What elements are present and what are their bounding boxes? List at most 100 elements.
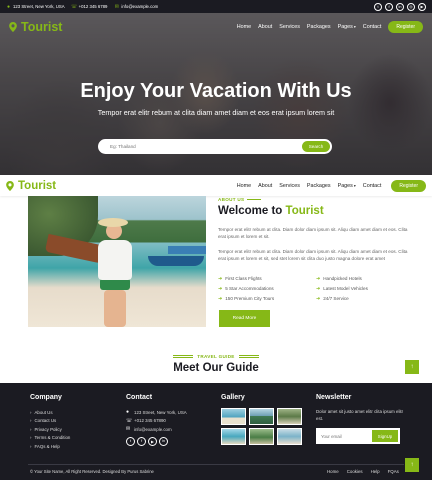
guide-section-tag: TRAVEL GUIDE (0, 354, 432, 359)
signup-button[interactable]: SignUp (372, 430, 398, 442)
gallery-thumbnail[interactable] (277, 408, 302, 425)
twitter-icon[interactable]: t (374, 2, 382, 11)
feature-item: ➜ First Class Flights (218, 275, 316, 282)
footer-newsletter: Newsletter Dolor amet sit justo amet eli… (316, 394, 406, 444)
chevron-right-icon: › (30, 409, 32, 415)
brand-logo[interactable]: Tourist (9, 20, 62, 34)
nav-home[interactable]: Home (237, 24, 251, 30)
nav-pages-label: Pages (337, 24, 353, 30)
about-photo (28, 196, 206, 327)
about-paragraph: Tempor erat elitr rebum at clita. Diam d… (218, 227, 408, 239)
hero-search-bar: Search (98, 139, 332, 154)
footer-link-faqs[interactable]: › FAQs & Help (30, 442, 70, 451)
gallery-grid (221, 408, 302, 445)
topbar-email-text: info@example.com (121, 4, 159, 9)
footer-bottom-home[interactable]: Home (327, 469, 339, 474)
back-to-top-button[interactable]: ↑ (405, 360, 419, 374)
feature-label: First Class Flights (225, 276, 262, 281)
arrow-right-icon: ➜ (316, 295, 321, 302)
nav-home[interactable]: Home (237, 183, 251, 189)
linkedin-icon[interactable]: in (396, 2, 404, 11)
instagram-icon[interactable]: ◎ (407, 2, 415, 11)
brand-name: Tourist (21, 20, 63, 34)
footer-email[interactable]: ✉ info@example.com (126, 425, 187, 434)
footer-bottom-help[interactable]: Help (371, 469, 380, 474)
hero-navbar: Tourist Home About Services Packages Pag… (0, 13, 432, 41)
nav-packages[interactable]: Packages (307, 183, 331, 189)
destination-search-input[interactable] (98, 144, 278, 149)
nav-pages-dropdown[interactable]: Pages▾ (338, 24, 356, 30)
arrow-right-icon: ➜ (316, 285, 321, 292)
facebook-icon[interactable]: f (385, 2, 393, 11)
register-button[interactable]: Register (391, 179, 426, 192)
footer-link-contact[interactable]: › Contact Us (30, 417, 70, 426)
arrow-right-icon: ➜ (218, 285, 223, 292)
chevron-right-icon: › (30, 443, 32, 449)
tag-divider (173, 355, 194, 358)
nav-contact[interactable]: Contact (363, 183, 382, 189)
arrow-right-icon: ➜ (218, 275, 223, 282)
guide-tag-text: TRAVEL GUIDE (197, 354, 235, 359)
hero-subtitle: Tempor erat elitr rebum at clita diam am… (97, 108, 335, 117)
topbar-email[interactable]: ✉ info@example.com (114, 3, 159, 10)
nav-about[interactable]: About (258, 183, 272, 189)
envelope-icon: ✉ (114, 3, 119, 10)
footer-bottom-cookies[interactable]: Cookies (347, 469, 363, 474)
envelope-icon: ✉ (126, 426, 131, 433)
map-marker-icon: ● (126, 409, 130, 416)
feature-label: Latest Model Vehicles (323, 286, 368, 291)
hero-title: Enjoy Your Vacation With Us (80, 80, 352, 102)
newsletter-email-input[interactable] (316, 433, 366, 439)
footer-bottom-faqs[interactable]: FQAs (388, 469, 399, 474)
hero-banner: Tourist Home About Services Packages Pag… (0, 13, 432, 175)
topbar-address-text: 123 Street, New York, USA (13, 4, 65, 9)
footer-link-terms[interactable]: › Terms & Condition (30, 434, 70, 443)
phone-icon: ☏ (126, 417, 133, 424)
twitter-icon[interactable]: t (126, 436, 135, 446)
about-tag-text: ABOUT US (218, 197, 245, 202)
footer-socials: t f ▶ in (126, 436, 187, 446)
youtube-icon[interactable]: ▶ (148, 436, 157, 446)
nav-about[interactable]: About (258, 24, 272, 30)
footer: Company › About Us › Contact Us › Privacy P… (0, 383, 432, 480)
topbar-address: ● 123 Street, New York, USA (6, 4, 65, 10)
gallery-thumbnail[interactable] (249, 408, 274, 425)
about-paragraph: Tempor erat elitr rebum at clita. Diam d… (218, 249, 408, 261)
feature-item: ➜ 150 Premium City Tours (218, 295, 316, 302)
brand-logo-main[interactable]: Tourist (6, 180, 56, 192)
topbar-socials: t f in ◎ ▶ (374, 2, 426, 11)
footer-link-privacy[interactable]: › Privacy Policy (30, 425, 70, 434)
feature-item: ➜ 24/7 Service (316, 295, 414, 302)
gallery-thumbnail[interactable] (277, 428, 302, 445)
footer-link-label: FAQs & Help (34, 443, 60, 449)
map-pin-icon (9, 22, 17, 32)
gallery-thumbnail[interactable] (221, 428, 246, 445)
footer-link-label: Terms & Condition (34, 435, 71, 441)
arrow-up-icon: ↑ (410, 364, 414, 370)
search-button[interactable]: Search (302, 141, 330, 152)
nav-services[interactable]: Services (279, 183, 300, 189)
linkedin-icon[interactable]: in (159, 436, 168, 446)
gallery-thumbnail[interactable] (249, 428, 274, 445)
topbar-phone-text: +012 345 6789 (78, 4, 108, 9)
facebook-icon[interactable]: f (137, 436, 146, 446)
footer-link-label: Contact Us (34, 418, 57, 424)
nav-services[interactable]: Services (279, 24, 300, 30)
read-more-button[interactable]: Read More (219, 310, 270, 327)
youtube-icon[interactable]: ▶ (418, 2, 426, 11)
phone-icon: ☏ (70, 3, 78, 10)
feature-item: ➜ Latest Model Vehicles (316, 285, 414, 292)
nav-pages-dropdown[interactable]: Pages▾ (338, 183, 356, 189)
caret-down-icon: ▾ (353, 183, 356, 188)
nav-packages[interactable]: Packages (307, 24, 331, 30)
main-navbar: Tourist Home About Services Packages Pag… (0, 175, 432, 196)
arrow-right-icon: ➜ (316, 275, 321, 282)
feature-list: ➜ First Class Flights ➜ Handpicked Hotels … (218, 275, 414, 302)
register-button[interactable]: Register (388, 21, 423, 33)
nav-contact[interactable]: Contact (363, 24, 382, 30)
footer-link-about[interactable]: › About Us (30, 408, 70, 417)
gallery-thumbnail[interactable] (221, 408, 246, 425)
tag-divider (238, 355, 259, 358)
about-section-tag: ABOUT US (218, 197, 262, 202)
back-to-top-button[interactable]: ↑ (405, 458, 419, 472)
